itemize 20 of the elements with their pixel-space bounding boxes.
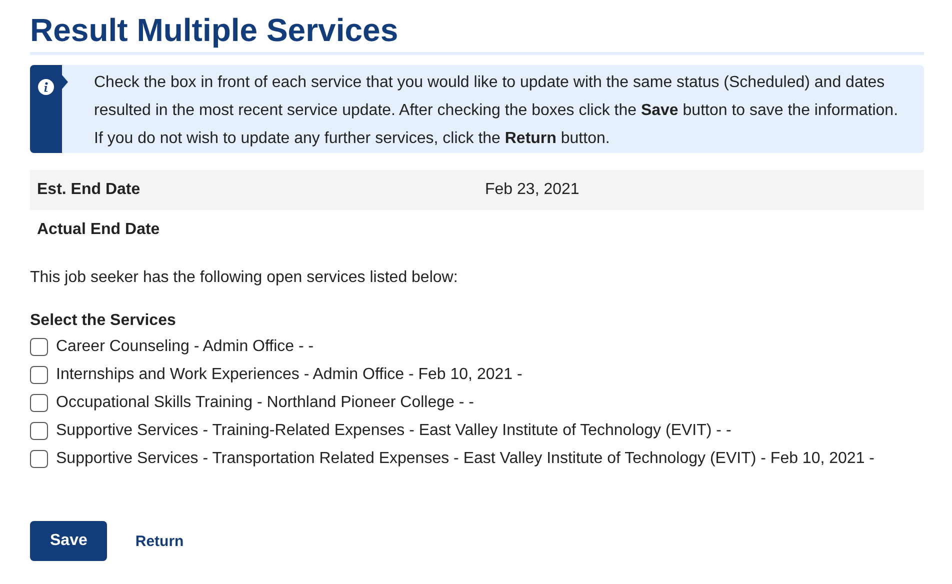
intro-text: This job seeker has the following open services listed below: <box>30 268 459 288</box>
service-label[interactable]: Supportive Services - Training-Related Expenses - East Valley Institute of Technology (EVIT) - - <box>56 422 732 440</box>
service-label[interactable]: Occupational Skills Training - Northland Pioneer College - - <box>56 394 474 412</box>
section-heading: Select the Services <box>30 311 177 331</box>
info-text: Check the box in front of each service that you would like to update with the same status (Scheduled) and dates resulted in the most recent service update. After checking the boxes click the Save button to save the information. If you do not wish to update any further services, click the Return button. <box>93 73 900 149</box>
detail-label: Est. End Date <box>36 181 142 199</box>
page-title: Result Multiple Services <box>30 10 924 55</box>
detail-value: Feb 23, 2021 <box>485 181 580 199</box>
detail-label: Actual End Date <box>36 221 161 239</box>
checkbox[interactable] <box>30 422 48 440</box>
save-button[interactable]: Save <box>30 521 108 561</box>
checkbox[interactable] <box>30 366 48 384</box>
info-icon <box>38 79 54 95</box>
service-label[interactable]: Supportive Services - Transportation Related Expenses - East Valley Institute of Technology (EVIT) - Feb 10, 2021 - <box>56 450 874 468</box>
checkbox[interactable] <box>30 338 48 356</box>
service-label[interactable]: Internships and Work Experiences - Admin Office - Feb 10, 2021 - <box>56 366 522 384</box>
return-link[interactable]: Return <box>135 532 184 550</box>
checkbox[interactable] <box>30 394 48 412</box>
service-label[interactable]: Career Counseling - Admin Office - - <box>56 338 314 356</box>
checkbox[interactable] <box>30 450 48 468</box>
